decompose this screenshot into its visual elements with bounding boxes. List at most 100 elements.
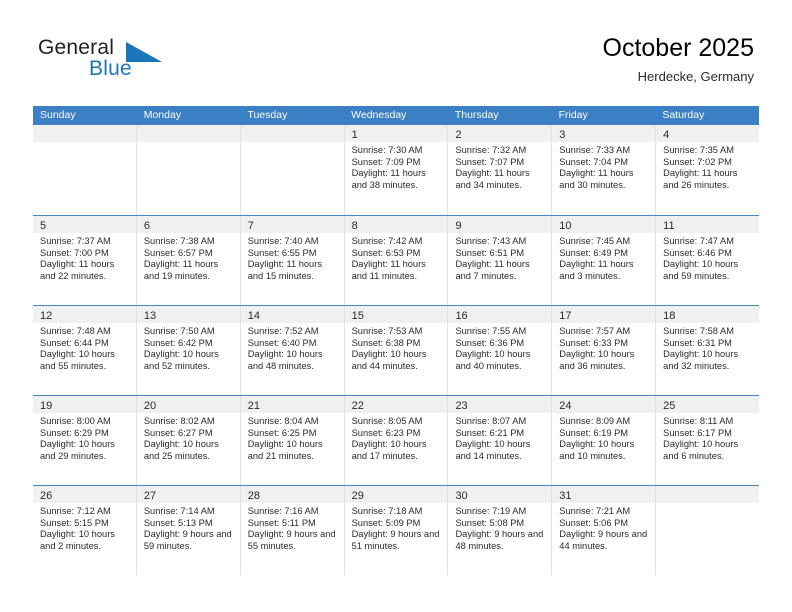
day-cell[interactable]: 21 Sunrise: 8:04 AM Sunset: 6:25 PM Dayligh… (239, 396, 344, 485)
day-cell[interactable]: 12 Sunrise: 7:48 AM Sunset: 6:44 PM Dayligh… (33, 306, 136, 395)
weekday-header-sunday: Sunday (40, 109, 76, 121)
general-blue-logo[interactable]: General Blue (38, 36, 258, 92)
day-number-band: 17 (552, 306, 656, 323)
day-info: Sunrise: 8:02 AM Sunset: 6:27 PM Daylight:… (137, 413, 240, 462)
daylight-text: Daylight: 10 hours and 21 minutes. (247, 439, 323, 461)
day-number: 11 (663, 220, 675, 232)
day-cell[interactable]: 26 Sunrise: 7:12 AM Sunset: 5:15 PM Dayligh… (33, 486, 136, 575)
sunrise-text: Sunrise: 7:14 AM (143, 506, 215, 516)
calendar-week-row: 26 Sunrise: 7:12 AM Sunset: 5:15 PM Dayligh… (33, 485, 760, 575)
day-number-band: 21 (240, 396, 344, 413)
sunrise-text: Sunrise: 7:32 AM (455, 145, 527, 155)
sunrise-text: Sunrise: 7:47 AM (663, 236, 734, 246)
sunrise-text: Sunrise: 7:52 AM (247, 326, 319, 336)
daylight-text: Daylight: 10 hours and 17 minutes. (351, 439, 427, 461)
day-cell[interactable]: 27 Sunrise: 7:14 AM Sunset: 5:13 PM Dayligh… (135, 486, 240, 575)
day-cell[interactable]: 24 Sunrise: 8:09 AM Sunset: 6:19 PM Dayligh… (551, 396, 656, 485)
day-cell[interactable]: 6 Sunrise: 7:38 AM Sunset: 6:57 PM Daylight… (135, 216, 240, 305)
day-number-band: 6 (136, 216, 240, 233)
sunrise-text: Sunrise: 8:05 AM (351, 416, 423, 426)
day-cell[interactable]: 13 Sunrise: 7:50 AM Sunset: 6:42 PM Dayligh… (135, 306, 240, 395)
daylight-text: Daylight: 10 hours and 59 minutes. (663, 259, 739, 281)
day-cell[interactable]: 29 Sunrise: 7:18 AM Sunset: 5:09 PM Dayligh… (343, 486, 448, 575)
day-cell[interactable]: 31 Sunrise: 7:21 AM Sunset: 5:06 PM Dayligh… (551, 486, 656, 575)
day-cell-empty (239, 125, 344, 215)
sunset-text: Sunset: 6:27 PM (143, 427, 213, 438)
day-number-band: 18 (656, 306, 760, 323)
sunset-text: Sunset: 6:42 PM (143, 337, 213, 348)
daylight-text: Daylight: 11 hours and 38 minutes. (351, 168, 426, 190)
day-cell[interactable]: 16 Sunrise: 7:55 AM Sunset: 6:36 PM Dayligh… (447, 306, 552, 395)
logo-text-blue: Blue (89, 57, 132, 80)
day-info: Sunrise: 7:38 AM Sunset: 6:57 PM Daylight:… (137, 233, 240, 282)
day-cell[interactable]: 14 Sunrise: 7:52 AM Sunset: 6:40 PM Dayligh… (239, 306, 344, 395)
day-number: 14 (247, 310, 260, 322)
daylight-text: Daylight: 10 hours and 52 minutes. (143, 349, 219, 371)
sunset-text: Sunset: 6:40 PM (247, 337, 317, 348)
day-cell[interactable]: 28 Sunrise: 7:16 AM Sunset: 5:11 PM Dayligh… (239, 486, 344, 575)
day-cell[interactable]: 1 Sunrise: 7:30 AM Sunset: 7:09 PM Daylight… (343, 125, 448, 215)
day-number-band: 24 (552, 396, 656, 413)
day-cell[interactable]: 2 Sunrise: 7:32 AM Sunset: 7:07 PM Daylight… (447, 125, 552, 215)
day-number-band: 13 (136, 306, 240, 323)
sunset-text: Sunset: 5:06 PM (559, 517, 629, 528)
day-info: Sunrise: 7:33 AM Sunset: 7:04 PM Daylight:… (552, 142, 655, 191)
daylight-text: Daylight: 10 hours and 40 minutes. (455, 349, 531, 371)
day-cell[interactable]: 25 Sunrise: 8:11 AM Sunset: 6:17 PM Dayligh… (655, 396, 760, 485)
day-number-band (33, 125, 136, 142)
day-number: 18 (663, 310, 676, 322)
day-info: Sunrise: 7:42 AM Sunset: 6:53 PM Daylight:… (345, 233, 448, 282)
day-cell[interactable]: 4 Sunrise: 7:35 AM Sunset: 7:02 PM Daylight… (655, 125, 760, 215)
sunset-text: Sunset: 6:21 PM (455, 427, 525, 438)
daylight-text: Daylight: 11 hours and 22 minutes. (40, 259, 115, 281)
sunrise-text: Sunrise: 7:16 AM (247, 506, 319, 516)
day-cell[interactable]: 17 Sunrise: 7:57 AM Sunset: 6:33 PM Dayligh… (551, 306, 656, 395)
day-cell[interactable]: 7 Sunrise: 7:40 AM Sunset: 6:55 PM Daylight… (239, 216, 344, 305)
day-cell[interactable]: 15 Sunrise: 7:53 AM Sunset: 6:38 PM Dayligh… (343, 306, 448, 395)
day-cell-empty (33, 125, 136, 215)
daylight-text: Daylight: 9 hours and 48 minutes. (455, 529, 544, 551)
sunset-text: Sunset: 5:09 PM (351, 517, 421, 528)
day-cell[interactable]: 20 Sunrise: 8:02 AM Sunset: 6:27 PM Dayligh… (135, 396, 240, 485)
day-cell[interactable]: 18 Sunrise: 7:58 AM Sunset: 6:31 PM Dayligh… (655, 306, 760, 395)
daylight-text: Daylight: 11 hours and 30 minutes. (559, 168, 634, 190)
day-number: 21 (247, 400, 260, 412)
day-info: Sunrise: 7:19 AM Sunset: 5:08 PM Daylight:… (448, 503, 551, 552)
sunset-text: Sunset: 5:08 PM (455, 517, 525, 528)
daylight-text: Daylight: 9 hours and 55 minutes. (247, 529, 336, 551)
sunrise-text: Sunrise: 7:21 AM (559, 506, 631, 516)
daylight-text: Daylight: 11 hours and 15 minutes. (247, 259, 322, 281)
day-number-band: 25 (656, 396, 760, 413)
sunrise-text: Sunrise: 7:45 AM (559, 236, 631, 246)
sunset-text: Sunset: 6:51 PM (455, 247, 525, 258)
day-cell[interactable]: 19 Sunrise: 8:00 AM Sunset: 6:29 PM Dayligh… (33, 396, 136, 485)
sunrise-text: Sunrise: 8:11 AM (663, 416, 734, 426)
day-cell[interactable]: 30 Sunrise: 7:19 AM Sunset: 5:08 PM Dayligh… (447, 486, 552, 575)
day-number-band: 28 (240, 486, 344, 503)
day-cell[interactable]: 22 Sunrise: 8:05 AM Sunset: 6:23 PM Dayligh… (343, 396, 448, 485)
day-cell[interactable]: 8 Sunrise: 7:42 AM Sunset: 6:53 PM Daylight… (343, 216, 448, 305)
day-info: Sunrise: 8:05 AM Sunset: 6:23 PM Daylight:… (345, 413, 448, 462)
title-block: October 2025 Herdecke, Germany (603, 33, 755, 86)
day-number: 3 (559, 129, 566, 141)
day-number-band: 14 (240, 306, 344, 323)
day-cell[interactable]: 9 Sunrise: 7:43 AM Sunset: 6:51 PM Daylight… (447, 216, 552, 305)
day-info: Sunrise: 7:12 AM Sunset: 5:15 PM Daylight:… (33, 503, 136, 552)
sunset-text: Sunset: 5:13 PM (143, 517, 213, 528)
daylight-text: Daylight: 9 hours and 59 minutes. (143, 529, 232, 551)
day-cell[interactable]: 5 Sunrise: 7:37 AM Sunset: 7:00 PM Daylight… (33, 216, 136, 305)
day-cell[interactable]: 10 Sunrise: 7:45 AM Sunset: 6:49 PM Dayligh… (551, 216, 656, 305)
day-info: Sunrise: 7:48 AM Sunset: 6:44 PM Daylight:… (33, 323, 136, 372)
day-number-band: 19 (33, 396, 136, 413)
sunrise-text: Sunrise: 7:48 AM (40, 326, 111, 336)
day-cell[interactable]: 11 Sunrise: 7:47 AM Sunset: 6:46 PM Dayligh… (655, 216, 760, 305)
daylight-text: Daylight: 9 hours and 51 minutes. (351, 529, 440, 551)
day-cell[interactable]: 3 Sunrise: 7:33 AM Sunset: 7:04 PM Daylight… (551, 125, 656, 215)
daylight-text: Daylight: 11 hours and 7 minutes. (455, 259, 530, 281)
day-cell[interactable]: 23 Sunrise: 8:07 AM Sunset: 6:21 PM Dayligh… (447, 396, 552, 485)
sunset-text: Sunset: 6:23 PM (351, 427, 421, 438)
sunset-text: Sunset: 6:25 PM (247, 427, 317, 438)
day-number: 27 (143, 490, 157, 502)
day-number: 24 (559, 400, 572, 412)
day-info: Sunrise: 7:32 AM Sunset: 7:07 PM Daylight:… (448, 142, 551, 191)
